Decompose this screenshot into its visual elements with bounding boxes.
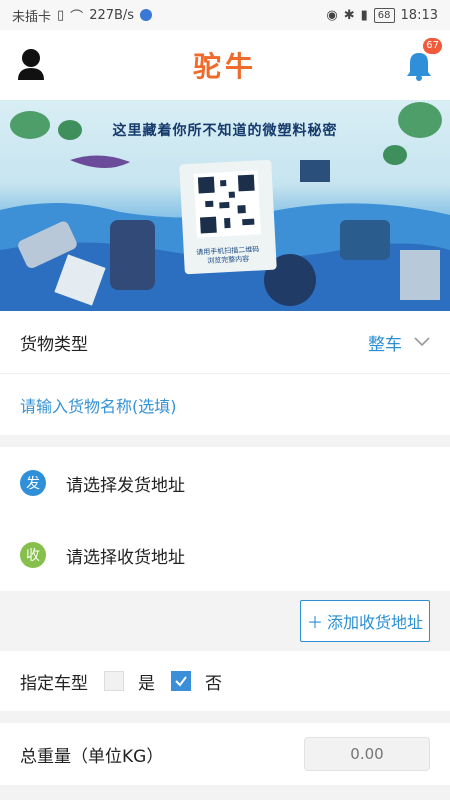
bluetooth-icon: ✱	[343, 7, 355, 23]
browser-icon	[140, 9, 153, 21]
user-avatar-icon[interactable]	[16, 48, 46, 82]
receive-address-row[interactable]: 收 请选择收货地址	[0, 519, 450, 591]
notification-badge: 67	[423, 38, 442, 54]
vehicle-no-label: 否	[205, 673, 222, 694]
vehicle-type-row: 指定车型 是 否	[0, 651, 450, 711]
app-header: 驼牛 67	[0, 30, 450, 100]
vehicle-no-checkbox[interactable]	[171, 671, 191, 691]
cargo-type-value: 整车	[368, 334, 402, 355]
cargo-type-row[interactable]: 货物类型 整车	[0, 311, 450, 373]
vehicle-yes-checkbox[interactable]	[104, 671, 124, 691]
banner-headline: 这里藏着你所不知道的微塑料秘密	[112, 123, 338, 139]
status-bar: 未插卡 ▯ ⌒ 227B/s ◉ ✱ ▮ 68 18:13	[0, 0, 450, 30]
receive-address-icon: 收	[20, 542, 46, 568]
add-address-container: ＋ 添加收货地址	[0, 591, 450, 651]
vehicle-type-label: 指定车型	[20, 673, 88, 694]
send-address-row[interactable]: 发 请选择发货地址	[0, 447, 450, 519]
weight-input[interactable]	[304, 737, 430, 771]
app-title: 驼牛	[192, 50, 257, 83]
clock: 18:13	[400, 7, 438, 23]
wifi-icon: ⌒	[70, 9, 84, 25]
cargo-type-label: 货物类型	[20, 334, 88, 355]
qr-code-icon	[193, 170, 261, 238]
carrier-text: 未插卡	[12, 9, 52, 25]
sim-icon: ▯	[57, 7, 65, 23]
cargo-name-field[interactable]: 请输入货物名称(选填)	[0, 373, 450, 435]
plus-icon: ＋	[306, 613, 323, 632]
check-icon	[175, 676, 187, 687]
weight-label: 总重量（单位KG）	[20, 746, 164, 767]
network-speed: 227B/s	[89, 7, 135, 23]
send-address-label: 请选择发货地址	[66, 475, 185, 496]
battery-indicator: 68	[373, 7, 395, 23]
add-address-label: 添加收货地址	[326, 613, 423, 632]
eye-icon: ◉	[326, 7, 338, 23]
weight-row: 总重量（单位KG）	[0, 723, 450, 785]
promo-banner[interactable]: 这里藏着你所不知道的微塑料秘密 请用手机扫描二维码 浏览完整内容	[0, 100, 450, 311]
send-address-icon: 发	[20, 470, 46, 496]
vehicle-yes-label: 是	[138, 673, 155, 694]
chevron-down-icon	[414, 332, 430, 352]
receive-address-label: 请选择收货地址	[66, 547, 185, 568]
notification-bell-icon[interactable]: 67	[404, 38, 442, 82]
add-address-button[interactable]: ＋ 添加收货地址	[299, 600, 430, 642]
vibrate-icon: ▮	[360, 7, 368, 23]
